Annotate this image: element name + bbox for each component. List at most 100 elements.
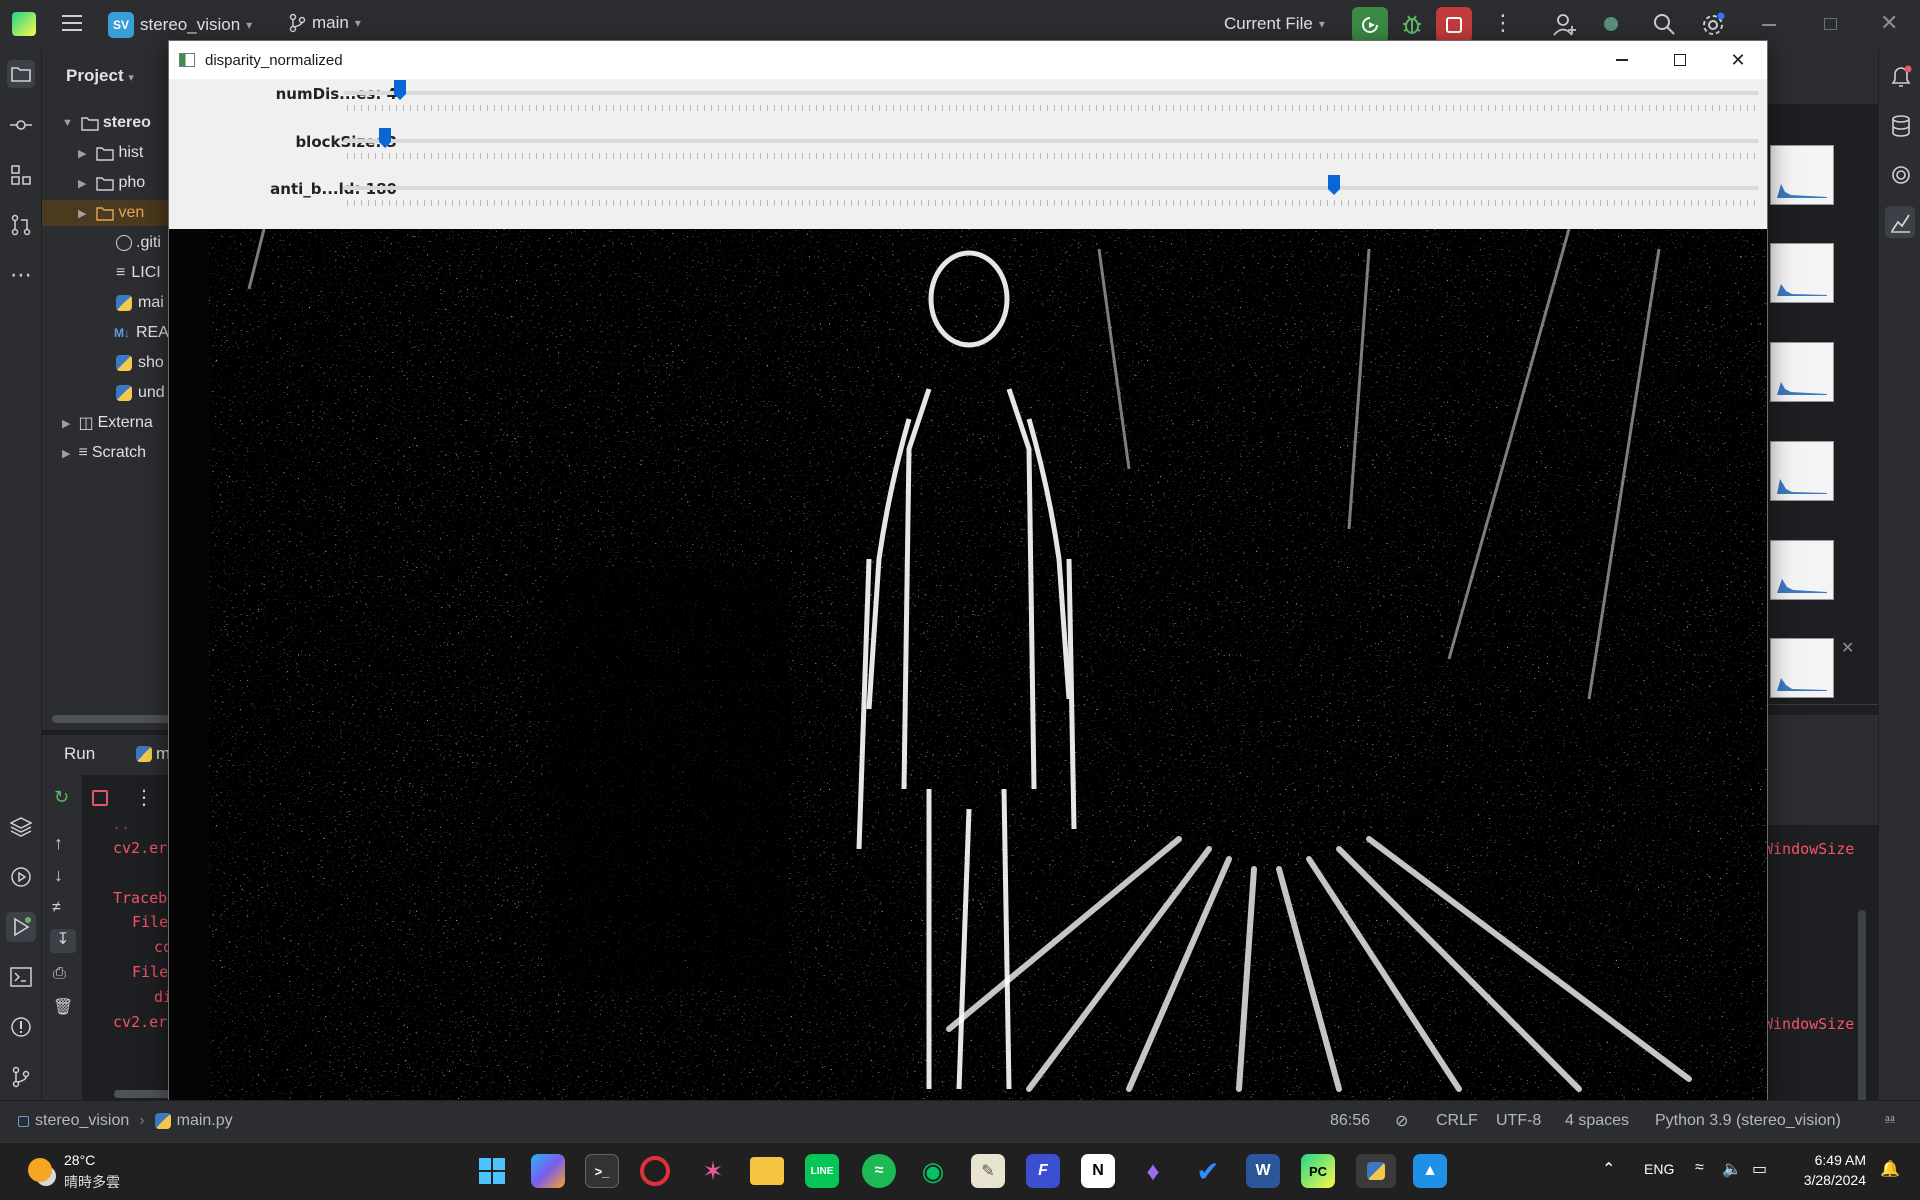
trash-icon[interactable]: 🗑: [53, 997, 73, 1017]
soft-wrap-icon[interactable]: ≠: [52, 899, 61, 917]
database-icon[interactable]: [1890, 114, 1912, 143]
minimize-window-icon[interactable]: [1762, 24, 1776, 26]
volume-muted-icon[interactable]: 🔈: [1722, 1159, 1742, 1179]
horizontal-scrollbar[interactable]: [52, 715, 172, 723]
restore-window-icon[interactable]: [1824, 18, 1837, 30]
print-icon[interactable]: ⎙: [53, 965, 66, 983]
weather-sun-cloud-icon[interactable]: [28, 1158, 52, 1182]
breadcrumb[interactable]: stereo_vision › main.py: [18, 1112, 233, 1130]
weather-desc[interactable]: 晴時多雲: [64, 1172, 120, 1192]
spotify-icon[interactable]: ≈: [862, 1154, 896, 1188]
notepad-icon[interactable]: ✎: [971, 1154, 1005, 1188]
python-interpreter[interactable]: Python 3.9 (stereo_vision): [1655, 1112, 1841, 1130]
terminal-app-icon[interactable]: >_: [585, 1154, 619, 1188]
arrow-up-icon[interactable]: ↑: [54, 833, 63, 854]
pycharm-taskbar-icon[interactable]: PC: [1301, 1154, 1335, 1188]
trackbar-track[interactable]: [343, 91, 1759, 95]
pull-requests-tool-button[interactable]: [8, 212, 34, 238]
notion-icon[interactable]: N: [1081, 1154, 1115, 1188]
clock-date[interactable]: 3/28/2024: [1790, 1172, 1866, 1188]
debug-button[interactable]: [1400, 12, 1424, 41]
input-language[interactable]: ENG: [1644, 1161, 1674, 1177]
copilot-icon[interactable]: [531, 1154, 565, 1188]
main-menu-icon[interactable]: [62, 14, 82, 37]
more-options-icon[interactable]: ⋮: [134, 785, 154, 810]
tree-item-excluded-folder[interactable]: ▶ ven: [42, 200, 172, 226]
opera-browser-icon[interactable]: [640, 1156, 670, 1186]
python-packages-tool-button[interactable]: [8, 814, 34, 840]
ai-assistant-swirl-icon[interactable]: [1890, 164, 1912, 191]
stop-button[interactable]: [1436, 7, 1472, 43]
plot-thumbnail[interactable]: [1770, 540, 1834, 600]
project-tool-button[interactable]: [7, 60, 35, 88]
tray-overflow-icon[interactable]: ⌃: [1602, 1159, 1615, 1179]
f-app-icon[interactable]: F: [1026, 1154, 1060, 1188]
structure-tool-button[interactable]: [8, 162, 34, 188]
trackbar-thumb[interactable]: [393, 79, 407, 101]
close-icon[interactable]: ✕: [1841, 638, 1854, 658]
breadcrumb-file[interactable]: main.py: [177, 1112, 233, 1130]
arrow-down-icon[interactable]: ↓: [54, 865, 63, 886]
cv-maximize-button[interactable]: [1651, 41, 1709, 79]
cursor-position[interactable]: 86:56: [1330, 1112, 1370, 1130]
search-icon[interactable]: [1652, 12, 1676, 41]
more-tools-icon[interactable]: ⋯: [8, 262, 34, 288]
plot-thumbnail[interactable]: [1770, 638, 1834, 698]
file-encoding[interactable]: UTF-8: [1496, 1112, 1541, 1130]
notifications-bell-icon[interactable]: [1889, 64, 1913, 95]
trackbar-thumb[interactable]: [1327, 174, 1341, 196]
plot-thumbnail[interactable]: [1770, 342, 1834, 402]
sciview-tool-button[interactable]: [1885, 206, 1915, 238]
line-separator[interactable]: CRLF: [1436, 1112, 1478, 1130]
todo-check-icon[interactable]: ✔: [1191, 1154, 1225, 1188]
git-tool-button[interactable]: [8, 1064, 34, 1090]
scroll-to-end-icon[interactable]: ↧: [50, 929, 76, 953]
clock-time[interactable]: 6:49 AM: [1800, 1152, 1866, 1168]
rerun-button[interactable]: [1352, 7, 1388, 43]
run-config-selector[interactable]: Current File ▾: [1224, 14, 1325, 34]
windows-start-icon[interactable]: [475, 1154, 509, 1188]
horizontal-scrollbar[interactable]: [114, 1090, 172, 1098]
indent-setting[interactable]: 4 spaces: [1565, 1112, 1629, 1130]
plot-thumbnail[interactable]: [1770, 145, 1834, 205]
terminal-tool-button[interactable]: [8, 964, 34, 990]
cv-minimize-button[interactable]: [1593, 41, 1651, 79]
project-switcher[interactable]: SV stereo_vision ▾: [108, 12, 252, 38]
cv-close-button[interactable]: ✕: [1709, 41, 1767, 79]
trackbar-track[interactable]: [343, 186, 1759, 190]
stop-icon[interactable]: [92, 790, 108, 806]
notification-bell-icon[interactable]: 🔔: [1880, 1159, 1900, 1179]
app-star-icon[interactable]: ✶: [696, 1154, 730, 1188]
plot-thumbnail[interactable]: [1770, 441, 1834, 501]
project-panel-title[interactable]: Project ▾: [66, 66, 134, 86]
ai-assistant-icon[interactable]: [1604, 17, 1618, 31]
rerun-icon[interactable]: ↻: [54, 787, 69, 808]
file-explorer-icon[interactable]: [750, 1157, 784, 1185]
line-app-icon[interactable]: LINE: [805, 1154, 839, 1188]
trackbar-thumb[interactable]: [378, 127, 392, 149]
run-tab[interactable]: Run: [64, 744, 95, 764]
close-window-icon[interactable]: ✕: [1880, 10, 1898, 36]
obsidian-icon[interactable]: ♦: [1136, 1154, 1170, 1188]
python-window-icon[interactable]: [1356, 1154, 1396, 1188]
run-file-tab[interactable]: m: [136, 744, 170, 764]
branch-switcher[interactable]: main ▾: [288, 13, 361, 33]
battery-icon[interactable]: ▭: [1752, 1159, 1767, 1179]
run-tool-button[interactable]: [6, 912, 36, 942]
photos-icon[interactable]: ▲: [1413, 1154, 1447, 1188]
lock-icon[interactable]: ⎂: [1884, 1111, 1896, 1128]
more-actions-icon[interactable]: ⋮: [1492, 10, 1514, 36]
trackbar-track[interactable]: [343, 139, 1759, 143]
commit-tool-button[interactable]: [8, 112, 34, 138]
problems-tool-button[interactable]: [8, 1014, 34, 1040]
breadcrumb-project[interactable]: stereo_vision: [35, 1112, 129, 1130]
wechat-icon[interactable]: ◉: [916, 1154, 950, 1188]
settings-gear-icon[interactable]: [1700, 12, 1726, 43]
services-tool-button[interactable]: [8, 864, 34, 890]
plot-thumbnail[interactable]: [1770, 243, 1834, 303]
code-with-me-icon[interactable]: [1552, 12, 1578, 43]
no-inspections-icon[interactable]: ⊘: [1395, 1111, 1408, 1131]
wifi-icon[interactable]: ≈: [1695, 1159, 1704, 1177]
weather-temp[interactable]: 28°C: [64, 1152, 95, 1168]
word-icon[interactable]: W: [1246, 1154, 1280, 1188]
